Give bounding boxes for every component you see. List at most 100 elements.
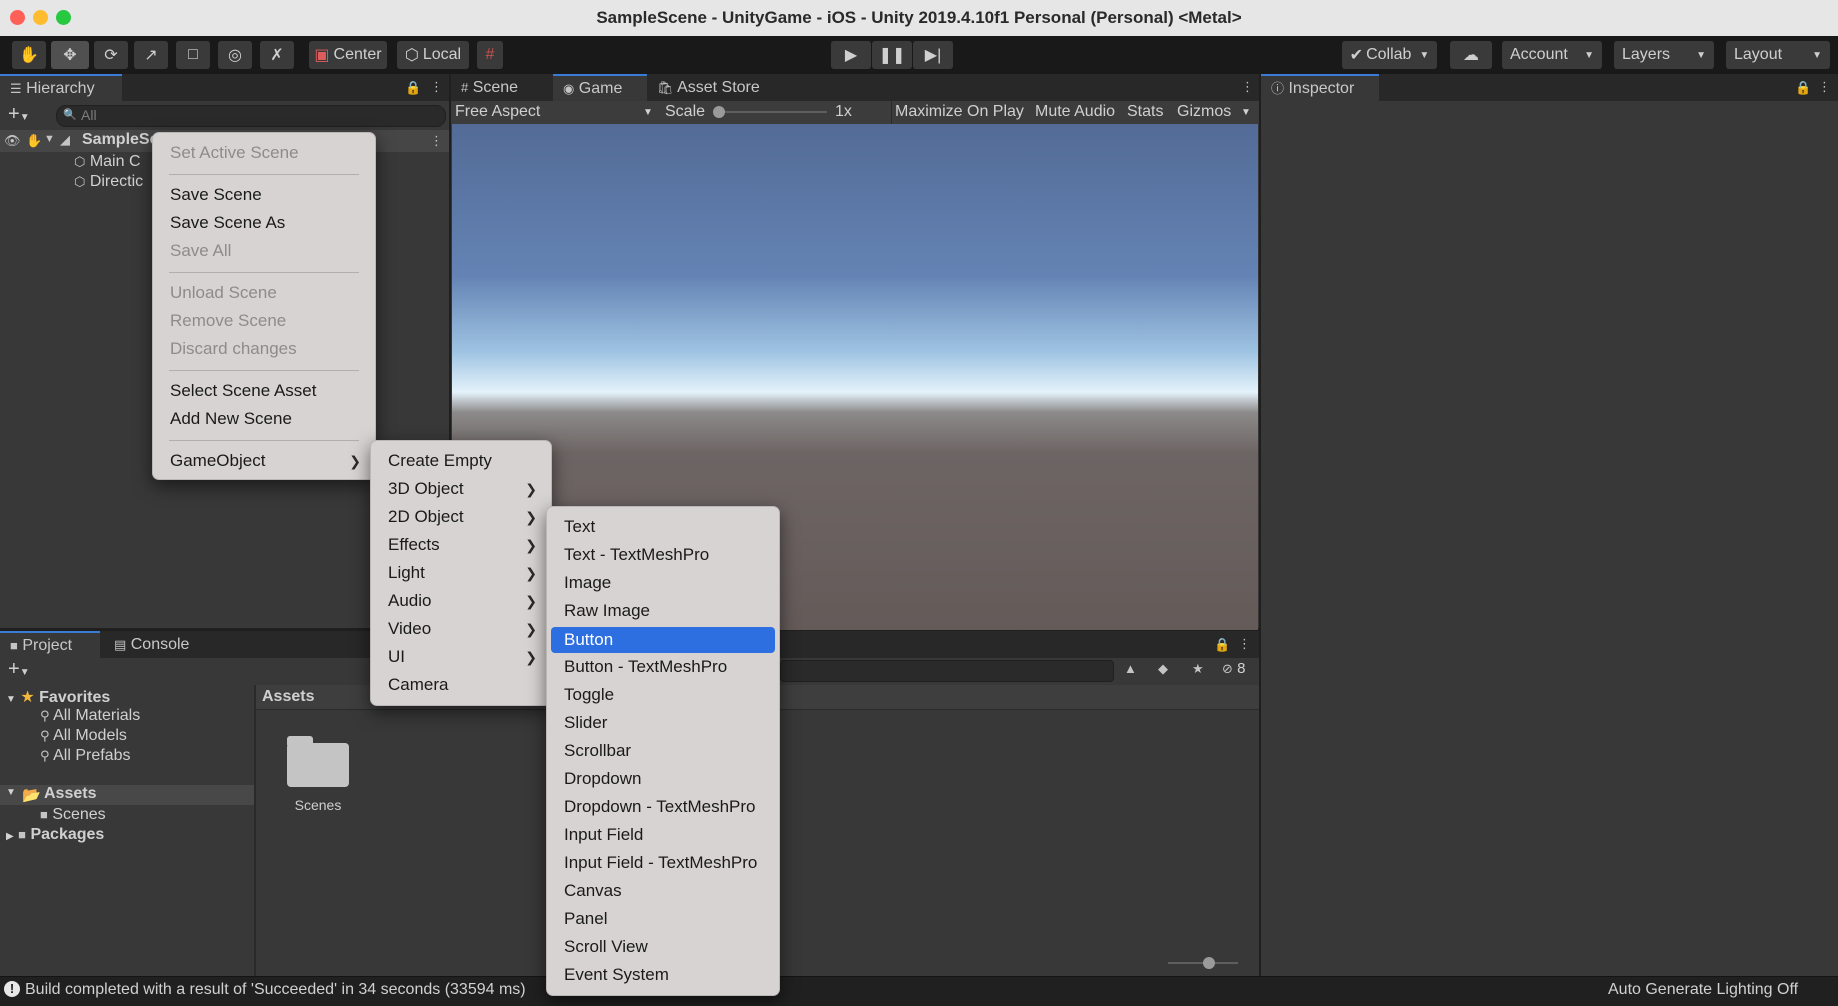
menu-item-remove-scene[interactable]: Remove Scene <box>153 309 375 333</box>
menu-item-unload-scene[interactable]: Unload Scene <box>153 281 375 305</box>
transform-tool-icon[interactable]: ◎ <box>218 41 252 69</box>
menu-item-effects[interactable]: Effects ❯ <box>371 533 551 557</box>
menu-item-input-field-textmeshpro[interactable]: Input Field - TextMeshPro <box>547 851 779 875</box>
collab-dropdown[interactable]: ✔ Collab ▼ <box>1342 41 1437 69</box>
hierarchy-search-input[interactable]: 🔍 All <box>56 105 446 127</box>
hidden-packages-toggle[interactable]: ⊘ 8 <box>1222 660 1245 677</box>
create-add-icon[interactable]: +▼ <box>8 658 30 681</box>
gizmos-chevron-icon[interactable]: ▼ <box>1241 107 1251 118</box>
custom-tool-icon[interactable]: ✗ <box>260 41 294 69</box>
menu-item-event-system[interactable]: Event System <box>547 963 779 987</box>
tab-hierarchy[interactable]: ☰ Hierarchy <box>0 74 122 101</box>
rect-tool-icon[interactable]: □ <box>176 41 210 69</box>
menu-item-dropdown[interactable]: Dropdown <box>547 767 779 791</box>
layout-dropdown[interactable]: Layout ▼ <box>1726 41 1830 69</box>
menu-item-audio[interactable]: Audio ❯ <box>371 589 551 613</box>
menu-item-set-active-scene[interactable]: Set Active Scene <box>153 141 375 165</box>
menu-item-3d-object[interactable]: 3D Object ❯ <box>371 477 551 501</box>
menu-item-save-scene[interactable]: Save Scene <box>153 183 375 207</box>
tab-scene[interactable]: # Scene <box>451 74 551 101</box>
tab-console[interactable]: ▤ Console <box>104 631 204 658</box>
pivot-center-button[interactable]: ▣ Center <box>309 41 387 69</box>
scale-slider[interactable] <box>713 106 827 118</box>
expand-arrow-icon[interactable]: ▼ <box>44 133 55 145</box>
tab-inspector[interactable]: ⓘ Inspector <box>1261 74 1379 101</box>
menu-item-video[interactable]: Video ❯ <box>371 617 551 641</box>
tab-game[interactable]: ◉ Game <box>553 74 647 101</box>
list-item[interactable]: ⬡ Directic <box>74 173 143 193</box>
cloud-icon[interactable]: ☁ <box>1450 41 1492 69</box>
menu-item-save-scene-as[interactable]: Save Scene As <box>153 211 375 235</box>
menu-item-toggle[interactable]: Toggle <box>547 683 779 707</box>
menu-item-2d-object[interactable]: 2D Object ❯ <box>371 505 551 529</box>
breadcrumb-assets[interactable]: Assets <box>262 688 314 706</box>
menu-item-text-textmeshpro[interactable]: Text - TextMeshPro <box>547 543 779 567</box>
search-by-label-icon[interactable]: ◆ <box>1158 661 1168 677</box>
play-button[interactable]: ▶ <box>831 41 871 69</box>
visibility-eye-icon[interactable]: 👁 <box>4 133 21 149</box>
icon-size-slider-thumb[interactable] <box>1203 957 1215 969</box>
list-item[interactable]: ⚲ All Prefabs <box>40 747 130 765</box>
menu-item-button[interactable]: Button <box>551 627 775 653</box>
rotate-tool-icon[interactable]: ⟳ <box>94 41 128 69</box>
menu-item-scroll-view[interactable]: Scroll View <box>547 935 779 959</box>
packages-row[interactable]: ▶ ■ Packages <box>6 826 104 844</box>
menu-item-input-field[interactable]: Input Field <box>547 823 779 847</box>
aspect-dropdown[interactable]: Free Aspect ▼ <box>455 103 655 122</box>
lighting-status[interactable]: Auto Generate Lighting Off <box>1608 981 1798 999</box>
menu-item-raw-image[interactable]: Raw Image <box>547 599 779 623</box>
menu-item-button-textmeshpro[interactable]: Button - TextMeshPro <box>547 655 779 679</box>
maximize-on-play-toggle[interactable]: Maximize On Play <box>895 103 1024 121</box>
lock-icon[interactable]: 🔒 <box>1795 80 1811 96</box>
favorite-star-icon[interactable]: ★ <box>1192 661 1204 677</box>
create-add-icon[interactable]: +▼ <box>8 103 30 126</box>
menu-item-light[interactable]: Light ❯ <box>371 561 551 585</box>
asset-folder-item[interactable]: Scenes <box>282 735 354 813</box>
account-dropdown[interactable]: Account ▼ <box>1502 41 1602 69</box>
mute-audio-toggle[interactable]: Mute Audio <box>1035 103 1115 121</box>
list-item[interactable]: ■ Scenes <box>40 806 106 824</box>
menu-item-camera[interactable]: Camera <box>371 673 551 697</box>
more-options-icon[interactable]: ⋮ <box>1238 636 1251 652</box>
scale-slider-thumb[interactable] <box>713 106 725 118</box>
more-options-icon[interactable]: ⋮ <box>1241 79 1254 95</box>
menu-item-create-empty[interactable]: Create Empty <box>371 449 551 473</box>
more-options-icon[interactable]: ⋮ <box>430 79 443 95</box>
pause-button[interactable]: ❚❚ <box>872 41 912 69</box>
lock-icon[interactable]: 🔒 <box>405 80 421 96</box>
search-by-type-icon[interactable]: ▲ <box>1124 661 1137 676</box>
menu-item-image[interactable]: Image <box>547 571 779 595</box>
menu-item-ui[interactable]: UI ❯ <box>371 645 551 669</box>
menu-item-slider[interactable]: Slider <box>547 711 779 735</box>
scene-menu-icon[interactable]: ⋮ <box>430 133 443 149</box>
menu-item-canvas[interactable]: Canvas <box>547 879 779 903</box>
menu-item-panel[interactable]: Panel <box>547 907 779 931</box>
menu-item-text[interactable]: Text <box>547 515 779 539</box>
gizmos-toggle[interactable]: Gizmos <box>1177 103 1231 121</box>
step-button[interactable]: ▶| <box>913 41 953 69</box>
status-message[interactable]: Build completed with a result of 'Succee… <box>25 981 526 999</box>
list-item[interactable]: ⚲ All Models <box>40 727 127 745</box>
move-tool-icon[interactable]: ✥ <box>51 41 89 69</box>
menu-item-scrollbar[interactable]: Scrollbar <box>547 739 779 763</box>
stats-toggle[interactable]: Stats <box>1127 103 1163 121</box>
tab-project[interactable]: ■ Project <box>0 631 100 658</box>
menu-item-dropdown-textmeshpro[interactable]: Dropdown - TextMeshPro <box>547 795 779 819</box>
menu-item-gameobject[interactable]: GameObject ❯ <box>153 449 375 473</box>
menu-item-discard-changes[interactable]: Discard changes <box>153 337 375 361</box>
menu-item-add-new-scene[interactable]: Add New Scene <box>153 407 375 431</box>
scale-tool-icon[interactable]: ↗ <box>134 41 168 69</box>
hand-tool-icon[interactable]: ✋ <box>12 41 46 69</box>
pickable-hand-icon[interactable]: ✋ <box>26 133 42 149</box>
layers-dropdown[interactable]: Layers ▼ <box>1614 41 1714 69</box>
assets-row[interactable]: ▼ 📂 Assets <box>0 785 254 805</box>
menu-item-select-scene-asset[interactable]: Select Scene Asset <box>153 379 375 403</box>
tab-asset-store[interactable]: 🛍 Asset Store <box>647 74 777 101</box>
project-search-input[interactable] <box>780 660 1114 682</box>
pivot-space-button[interactable]: ⬡ Local <box>397 41 469 69</box>
menu-item-save-all[interactable]: Save All <box>153 239 375 263</box>
lock-icon[interactable]: 🔒 <box>1214 637 1230 653</box>
icon-size-slider[interactable] <box>1168 957 1238 969</box>
favorites-row[interactable]: ▼ ★ Favorites <box>6 687 110 707</box>
grid-snap-icon[interactable]: # <box>477 41 503 69</box>
